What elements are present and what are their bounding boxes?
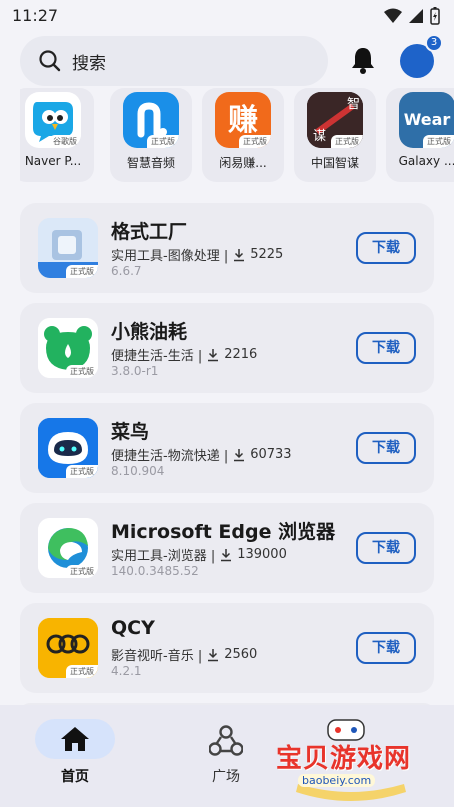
featured-strip: 谷歌版 Naver P... 正式版 智慧音频 赚 正式版 闲易赚... 智谋 …	[20, 88, 454, 184]
app-name: Microsoft Edge 浏览器	[111, 521, 336, 543]
app-category: 便捷生活-生活 |	[111, 349, 203, 364]
app-category: 实用工具-图像处理 |	[111, 249, 229, 264]
app-version: 3.8.0-r1	[111, 364, 159, 378]
strip-item-label: Galaxy ...	[398, 154, 454, 168]
app-downloads: 2216	[224, 347, 258, 362]
download-count-icon	[208, 648, 219, 661]
svg-text:智: 智	[347, 97, 360, 112]
strip-item[interactable]: 智谋 正式版 中国智谋	[294, 88, 376, 182]
app-meta: 实用工具-图像处理 | 5225	[111, 245, 283, 264]
strip-item-tag: 正式版	[239, 135, 271, 148]
xianyizhuan-icon: 赚 正式版	[215, 92, 271, 148]
app-category: 实用工具-浏览器 |	[111, 549, 216, 564]
app-name: QCY	[111, 617, 155, 639]
strip-item-tag: 正式版	[331, 135, 363, 148]
app-name: 格式工厂	[111, 221, 188, 243]
zhongguo-zhimou-icon: 智谋 正式版	[307, 92, 363, 148]
app-version: 140.0.3485.52	[111, 564, 199, 578]
smart-audio-icon: 正式版	[123, 92, 179, 148]
app-downloads: 60733	[250, 447, 292, 462]
naver-papago-icon: 谷歌版	[25, 92, 81, 148]
app-downloads: 5225	[250, 247, 284, 262]
app-list-item[interactable]: 正式版 小熊油耗 便捷生活-生活 | 2216 3.8.0-r1 下载	[20, 303, 434, 393]
strip-item[interactable]: 赚 正式版 闲易赚...	[202, 88, 284, 182]
download-button[interactable]: 下载	[356, 232, 416, 264]
download-count-icon	[208, 348, 219, 361]
strip-item-tag: 正式版	[423, 135, 454, 148]
app-version: 4.2.1	[111, 664, 142, 678]
strip-item-label: 智慧音频	[126, 156, 175, 170]
app-tag: 正式版	[66, 265, 98, 278]
app-downloads: 2560	[224, 647, 258, 662]
strip-item[interactable]: 谷歌版 Naver P...	[20, 88, 94, 182]
app-tag: 正式版	[66, 465, 98, 478]
strip-item-label: 中国智谋	[310, 156, 359, 170]
cainiao-icon: 正式版	[38, 418, 98, 478]
microsoft-edge-icon: 正式版	[38, 518, 98, 578]
strip-item-tag: 谷歌版	[49, 135, 81, 148]
app-category: 便捷生活-物流快递 |	[111, 449, 229, 464]
app-name: 菜鸟	[111, 421, 150, 443]
app-category: 影音视听-音乐 |	[111, 649, 203, 664]
download-button[interactable]: 下载	[356, 432, 416, 464]
download-count-icon	[234, 248, 245, 261]
app-downloads: 139000	[237, 547, 287, 562]
app-tag: 正式版	[66, 365, 98, 378]
format-factory-icon: 正式版	[38, 218, 98, 278]
app-meta: 便捷生活-生活 | 2216	[111, 345, 257, 364]
svg-text:Wear: Wear	[404, 110, 451, 129]
plaza-icon[interactable]	[209, 725, 243, 757]
app-meta: 影音视听-音乐 | 2560	[111, 645, 257, 664]
watermark-text: 宝贝游戏网	[276, 744, 412, 774]
status-time: 11:27	[12, 6, 59, 25]
strip-item[interactable]: 正式版 智慧音频	[110, 88, 192, 182]
app-meta: 便捷生活-物流快递 | 60733	[111, 445, 292, 464]
bell-icon[interactable]	[350, 46, 376, 74]
app-meta: 实用工具-浏览器 | 139000	[111, 545, 287, 564]
app-list-item[interactable]: 正式版 格式工厂 实用工具-图像处理 | 5225 6.6.7 下载	[20, 203, 434, 293]
battery-icon	[430, 7, 440, 25]
svg-text:谋: 谋	[313, 129, 326, 144]
search-icon	[39, 50, 61, 72]
search-placeholder: 搜索	[72, 53, 106, 74]
status-bar: 11:27	[0, 0, 454, 32]
galaxy-wear-icon: Wear 正式版	[399, 92, 454, 148]
watermark: 宝贝游戏网 baobeiy.com	[276, 718, 426, 802]
qcy-icon: 正式版	[38, 618, 98, 678]
app-tag: 正式版	[66, 665, 98, 678]
download-count-icon	[221, 548, 232, 561]
app-list-item[interactable]: 正式版 Microsoft Edge 浏览器 实用工具-浏览器 | 139000…	[20, 503, 434, 593]
nav-plaza-label[interactable]: 广场	[186, 766, 266, 786]
strip-item-label: Naver P...	[24, 154, 82, 168]
download-count-icon	[234, 448, 245, 461]
download-button[interactable]: 下载	[356, 532, 416, 564]
app-tag: 正式版	[66, 565, 98, 578]
app-list-item[interactable]: 正式版 QCY 影音视听-音乐 | 2560 4.2.1 下载	[20, 603, 434, 693]
bear-fuel-icon: 正式版	[38, 318, 98, 378]
svg-text:赚: 赚	[228, 103, 258, 138]
wifi-icon	[384, 8, 402, 23]
nav-home-label[interactable]: 首页	[35, 766, 115, 786]
status-icons	[384, 7, 440, 25]
search-input[interactable]: 搜索	[20, 36, 328, 86]
app-list-item[interactable]: 正式版 菜鸟 便捷生活-物流快递 | 60733 8.10.904 下载	[20, 403, 434, 493]
app-version: 6.6.7	[111, 264, 142, 278]
app-name: 小熊油耗	[111, 321, 188, 343]
strip-item[interactable]: Wear 正式版 Galaxy ...	[386, 88, 454, 182]
strip-item-label: 闲易赚...	[219, 156, 267, 170]
notification-badge: 3	[425, 34, 443, 52]
watermark-url: baobeiy.com	[298, 774, 376, 787]
nav-home-tab[interactable]	[35, 719, 115, 759]
signal-icon	[409, 9, 423, 23]
home-icon	[61, 727, 89, 751]
download-button[interactable]: 下载	[356, 632, 416, 664]
app-version: 8.10.904	[111, 464, 165, 478]
strip-item-tag: 正式版	[147, 135, 179, 148]
download-button[interactable]: 下载	[356, 332, 416, 364]
